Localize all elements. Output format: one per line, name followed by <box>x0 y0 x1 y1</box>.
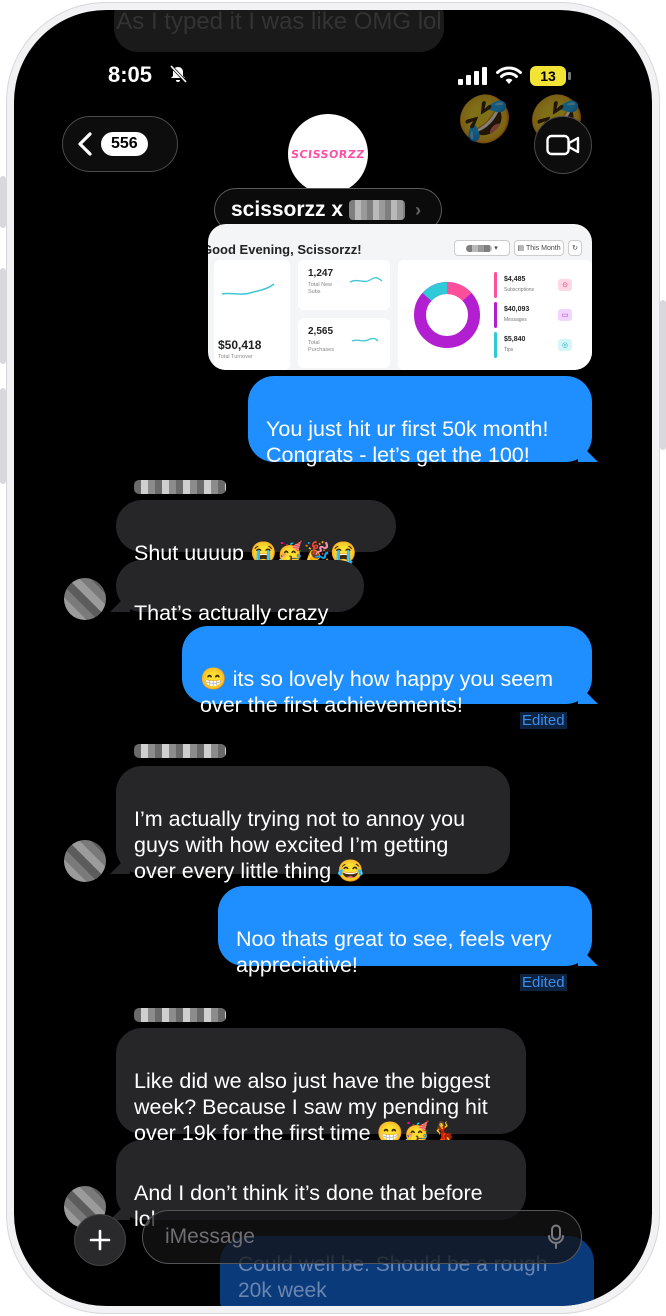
message-text: Noo thats great to see, feels very appre… <box>236 927 552 977</box>
tips-value: $5,840 <box>504 336 526 343</box>
turnover-label: Total Turnover <box>218 354 253 360</box>
subscriptions-icon: ⊙ <box>558 279 572 291</box>
subscriptions-label: Subscriptions <box>504 287 535 293</box>
message-text: 😁 its so lovely how happy you seem over … <box>200 667 554 717</box>
edited-label: Edited <box>520 974 567 991</box>
purchases-value: 2,565 <box>308 326 334 337</box>
tips-label: Tips <box>504 347 514 353</box>
message-text: You just hit ur first 50k month! Congrat… <box>266 417 549 467</box>
dashboard-image-attachment[interactable]: Good Evening, Scissorzz! ▾ ▤ This Month … <box>208 224 592 370</box>
conversation-name: scissorzz x <box>231 198 344 221</box>
sender-name-redacted <box>134 480 226 494</box>
chevron-left-icon <box>78 132 92 156</box>
tips-color-bar <box>494 332 497 358</box>
turnover-card: $50,418 Total Turnover <box>214 260 290 370</box>
volume-down-button <box>0 388 6 484</box>
redacted-name <box>349 200 406 220</box>
dashboard-period-select: ▤ This Month <box>514 240 564 256</box>
dashboard-period-label: This Month <box>525 244 561 252</box>
add-attachment-button[interactable] <box>74 1214 126 1266</box>
volume-up-button <box>0 268 6 364</box>
received-message[interactable]: And I don’t think it’s done that before … <box>116 1140 526 1231</box>
plus-icon <box>89 1229 111 1251</box>
sender-avatar[interactable] <box>64 840 106 882</box>
wifi-icon <box>496 66 522 84</box>
purchases-label: Total Purchases <box>308 340 334 353</box>
battery-indicator: 13 <box>530 66 571 86</box>
sent-message[interactable]: You just hit ur first 50k month! Congrat… <box>248 376 592 467</box>
purchases-card: 2,565 Total Purchases <box>298 318 390 368</box>
messages-value: $40,093 <box>504 306 530 313</box>
subscriptions-value: $4,485 <box>504 276 526 283</box>
received-message[interactable]: I’m actually trying not to annoy you guy… <box>116 766 510 883</box>
chevron-right-icon: › <box>415 199 422 220</box>
tip-icon: ◎ <box>558 339 572 351</box>
back-button[interactable]: 556 <box>62 116 178 172</box>
purchases-sparkline <box>351 337 379 342</box>
received-message[interactable]: That’s actually crazy <box>116 560 364 625</box>
new-subs-label: Total New Subs <box>308 282 333 295</box>
status-bar: 8:05 13 <box>14 62 652 92</box>
new-subs-card: 1,247 Total New Subs <box>298 260 390 310</box>
subscriptions-legend: $4,485 Subscriptions ⊙ <box>494 272 580 298</box>
edited-label: Edited <box>520 712 567 729</box>
refresh-icon: ↻ <box>568 240 582 256</box>
dashboard-account-select: ▾ <box>454 240 510 256</box>
subscriptions-color-bar <box>494 272 497 298</box>
microphone-icon[interactable] <box>547 1224 565 1250</box>
messages-label: Messages <box>504 317 527 323</box>
sent-message[interactable]: 😁 its so lovely how happy you seem over … <box>182 626 592 717</box>
tips-legend: $5,840 Tips ◎ <box>494 332 580 358</box>
power-button <box>660 300 666 450</box>
message-text: I’m actually trying not to annoy you guy… <box>134 807 466 883</box>
message-text: That’s actually crazy <box>134 601 329 625</box>
messages-legend: $40,093 Messages ▭ <box>494 302 580 328</box>
received-message[interactable]: Shut uuuup 😭🥳🎉😭 <box>116 500 396 565</box>
screen: As I typed it I was like OMG lol 🤣 🤣 8:0… <box>14 10 652 1306</box>
revenue-donut-chart <box>414 282 480 348</box>
redacted-account <box>466 244 493 252</box>
turnover-value: $50,418 <box>218 338 262 352</box>
message-icon: ▭ <box>558 309 572 321</box>
reaction-emoji: 🤣 <box>456 93 514 145</box>
sent-message[interactable]: Noo thats great to see, feels very appre… <box>218 886 592 977</box>
dashboard-greeting: Good Evening, Scissorzz! <box>208 242 362 257</box>
sender-avatar[interactable] <box>64 578 106 620</box>
new-subs-sparkline <box>349 277 383 283</box>
group-avatar[interactable]: SCISSORZZ <box>288 114 368 194</box>
status-time: 8:05 <box>108 62 153 87</box>
cellular-signal-icon <box>458 67 487 85</box>
message-input[interactable]: iMessage <box>142 1210 582 1264</box>
received-message[interactable]: Like did we also just have the biggest w… <box>116 1028 526 1145</box>
silent-bell-icon <box>169 64 188 84</box>
sender-name-redacted <box>134 1008 226 1022</box>
facetime-video-button[interactable] <box>534 116 592 174</box>
scrolled-message-top: As I typed it I was like OMG lol <box>114 10 444 52</box>
message-input-placeholder: iMessage <box>165 1225 255 1248</box>
group-logo-text: SCISSORZZ <box>290 147 366 161</box>
turnover-sparkline <box>221 283 275 295</box>
video-camera-icon <box>546 134 580 156</box>
messages-color-bar <box>494 302 497 328</box>
sender-name-redacted <box>134 744 226 758</box>
scrolled-message-top-text: As I typed it I was like OMG lol <box>116 10 442 35</box>
message-text: Like did we also just have the biggest w… <box>134 1069 491 1145</box>
unread-count-badge: 556 <box>101 132 148 156</box>
new-subs-value: 1,247 <box>308 268 334 279</box>
mute-switch <box>0 176 6 228</box>
